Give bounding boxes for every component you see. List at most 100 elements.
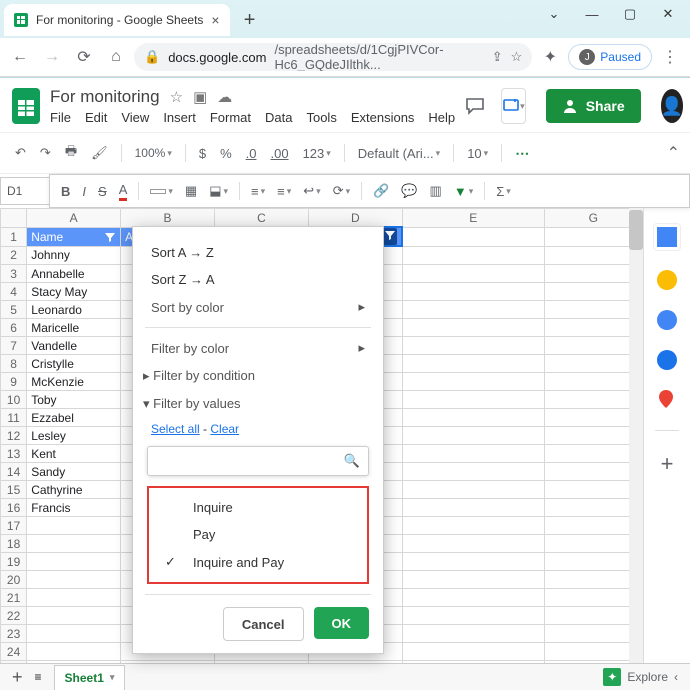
wrap-button[interactable]: ↩▾ [298,183,325,199]
cell[interactable] [27,571,121,589]
cell[interactable] [544,391,642,409]
row-header[interactable]: 19 [1,553,27,571]
cell[interactable] [544,265,642,283]
document-title[interactable]: For monitoring [50,87,160,107]
comment-button[interactable]: 💬 [396,183,422,199]
cell[interactable] [402,409,544,427]
row-header[interactable]: 4 [1,283,27,301]
zoom-select[interactable]: 100% ▾ [130,146,177,160]
row-header[interactable]: 13 [1,445,27,463]
row-header[interactable]: 5 [1,301,27,319]
print-button[interactable]: 🖶 [60,142,82,164]
sort-za[interactable]: Sort Z → A [133,266,383,293]
cell[interactable] [402,553,544,571]
link-button[interactable]: 🔗 [368,183,394,199]
row-header[interactable]: 22 [1,607,27,625]
clear-link[interactable]: Clear [210,422,239,436]
cell[interactable]: Maricelle [27,319,121,337]
cloud-status-icon[interactable]: ☁ [217,88,232,106]
bold-button[interactable]: B [56,184,75,199]
merge-button[interactable]: ⬓▾ [204,183,233,199]
cell[interactable]: Toby [27,391,121,409]
filter-value-option[interactable]: Pay [149,521,367,548]
kebab-menu-icon[interactable]: ⋮ [656,47,684,67]
explore-icon[interactable]: ✦ [603,668,621,686]
cell[interactable] [544,301,642,319]
profile-chip[interactable]: J Paused [568,44,652,70]
cell[interactable] [27,589,121,607]
cell[interactable] [544,517,642,535]
cell[interactable] [544,319,642,337]
cell[interactable] [544,625,642,643]
back-button[interactable]: ← [6,48,34,66]
cell[interactable]: Annabelle [27,265,121,283]
cell[interactable] [544,409,642,427]
cell[interactable]: McKenzie [27,373,121,391]
cell[interactable] [544,535,642,553]
collapse-toolbar-icon[interactable]: ⌃ [667,143,680,163]
cell[interactable] [27,625,121,643]
select-all-link[interactable]: Select all [151,422,200,436]
cancel-button[interactable]: Cancel [223,607,304,641]
cell[interactable]: Ezzabel [27,409,121,427]
cell[interactable] [544,246,642,265]
row-header[interactable]: 11 [1,409,27,427]
currency-button[interactable]: $ [194,146,211,161]
row-header[interactable]: 14 [1,463,27,481]
more-button[interactable]: ⋯ [510,145,536,162]
strikethrough-button[interactable]: S [93,184,112,199]
cell[interactable] [544,607,642,625]
menu-view[interactable]: View [121,110,149,125]
home-button[interactable]: ⌂ [102,48,130,66]
cell[interactable] [402,301,544,319]
cell[interactable] [544,589,642,607]
cell[interactable]: Cristylle [27,355,121,373]
cell[interactable] [544,373,642,391]
decrease-decimal-button[interactable]: .0 [241,146,262,161]
cell[interactable]: Lesley [27,427,121,445]
filter-by-condition[interactable]: ▸ Filter by condition [133,362,383,390]
star-icon[interactable]: ☆ [170,88,183,106]
row-header[interactable]: 7 [1,337,27,355]
col-header[interactable]: G [544,209,642,228]
chart-button[interactable]: ▥ [425,183,447,199]
cell[interactable] [402,517,544,535]
reload-button[interactable]: ⟳ [70,47,98,67]
undo-button[interactable]: ↶ [10,145,31,161]
present-button[interactable]: ▾ [501,88,526,124]
row-header[interactable]: 15 [1,481,27,499]
sort-az[interactable]: Sort A → Z [133,239,383,266]
functions-button[interactable]: Σ▾ [491,184,516,199]
italic-button[interactable]: I [77,184,91,199]
row-header[interactable]: 3 [1,265,27,283]
chevron-down-icon[interactable]: ⌄ [536,0,572,28]
fill-color-button[interactable]: ▾ [145,186,178,197]
row-header[interactable]: 12 [1,427,27,445]
row-header[interactable]: 9 [1,373,27,391]
cell[interactable] [544,283,642,301]
cell[interactable] [402,283,544,301]
sheet-tab[interactable]: Sheet1▾ [54,665,126,690]
cell[interactable] [402,445,544,463]
cell[interactable] [27,643,121,661]
cell[interactable] [544,355,642,373]
cell[interactable] [544,571,642,589]
cell[interactable] [402,373,544,391]
cell[interactable] [402,319,544,337]
extensions-icon[interactable]: ✦ [536,47,564,67]
percent-button[interactable]: % [215,146,237,161]
cell[interactable] [402,589,544,607]
filter-button[interactable]: ▼▾ [449,184,478,199]
window-minimize-icon[interactable]: — [574,0,610,28]
share-button[interactable]: Share [546,89,641,123]
cell[interactable]: Vandelle [27,337,121,355]
cell[interactable] [544,481,642,499]
row-header[interactable]: 21 [1,589,27,607]
menu-tools[interactable]: Tools [306,110,336,125]
explore-label[interactable]: Explore [627,670,668,684]
share-page-icon[interactable]: ⇪ [492,49,503,65]
row-header[interactable]: 10 [1,391,27,409]
row-header[interactable]: 8 [1,355,27,373]
window-close-icon[interactable]: ✕ [650,0,686,28]
cell[interactable] [402,265,544,283]
